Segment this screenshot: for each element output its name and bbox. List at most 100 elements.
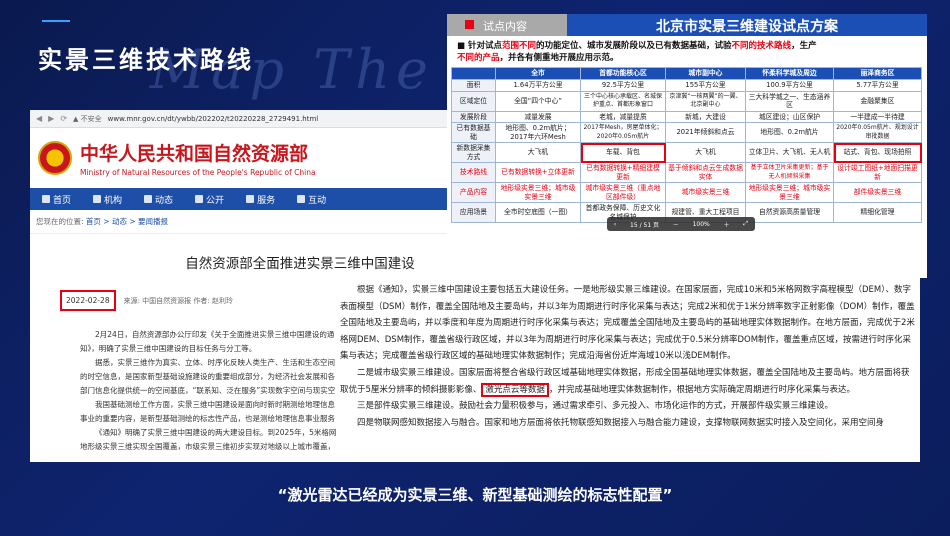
site-name-en: Ministry of Natural Resources of the Peo… [80,168,316,177]
table-cell: 一半建成一半待建 [833,110,922,123]
table-cell: 已有数据转换+精细建模更新 [580,162,666,183]
table-cell: 基于立体卫片采集更新；基于无人机倾斜采集 [745,162,834,183]
zoom-out-icon[interactable]: － [673,220,679,229]
table-cell: 城市级实景三维 [665,182,746,203]
paragraph: 根据《通知》，实景三维中国建设主要包括五大建设任务。一是地形级实景三维建设。在国… [340,285,915,362]
table-row: 已有数据基础 地形图、0.2m航片；2017年六环Mesh 2017年Mesh，… [451,122,922,143]
site-header: 中华人民共和国自然资源部 Ministry of Natural Resourc… [30,128,450,188]
article-body-left: 2月24日，自然资源部办公厅印发《关于全面推进实景三维中国建设的通知》，明确了实… [80,328,342,454]
table-cell: 1.64万平方公里 [495,79,581,92]
nav-home[interactable]: 首页 [42,193,71,206]
breadcrumb-path[interactable]: 首页 > 动态 > 要闻播报 [86,217,168,226]
table-cell: 2020年0.05m航片、规划设计审批数据 [833,122,922,143]
row-label: 已有数据基础 [451,122,496,143]
table-cell: 地形图、0.2m航片 [745,122,834,143]
column-header: 全市 [495,67,581,80]
table-cell: 城市级实景三维（重点地区部件级） [580,182,666,203]
article-source: 来源: 中国自然资源报 作者: 赵利玲 [123,297,233,305]
paragraph: 2月24日，自然资源部办公厅印发《关于全面推进实景三维中国建设的通知》，明确了实… [80,330,335,353]
carousel-dots [777,244,805,248]
slide-background: Map The W 实景三维技术路线 ◀ ▶ ⟳ ▲ 不安全 www.mnr.g… [0,0,950,536]
table-cell: 155平方公里 [665,79,746,92]
table-cell: 减量发展 [495,110,581,123]
dot-icon[interactable] [777,244,781,248]
table-cell: 老城，减量提质 [580,110,666,123]
table-row: 区域定位 全国“四个中心” 三个中心核心承载区、名城保护重点、首都形象窗口 京津… [451,90,922,112]
paragraph: 《通知》明确了实景三维中国建设的两大建设目标。到2025年，5米格网地形级实景三… [80,428,337,451]
browser-address-bar[interactable]: ◀ ▶ ⟳ ▲ 不安全 www.mnr.gov.cn/dt/ywbb/20220… [30,110,450,128]
prev-page-icon[interactable]: ‹ [614,221,616,228]
table-cell: 金融聚集区 [833,90,922,112]
table-row: 面积 1.64万平方公里 92.5平方公里 155平方公里 100.9平方公里 … [451,79,922,92]
table-row: 新数据采集方式 大飞机 车载、背包 大飞机 立体卫片、大飞机、无人机 站式、背包… [451,142,922,163]
fit-page-icon[interactable]: ⤢ [743,220,748,228]
panel-header: 试点内容 北京市实景三维建设试点方案 [447,14,927,36]
row-label: 面积 [451,79,496,92]
row-label: 区域定位 [451,90,496,112]
news-icon [144,195,153,203]
panel-intro: ■ 针对试点范围不同的功能定位、城市发展阶段以及已有数据基础，试验不同的技术路线… [457,41,817,63]
pdf-viewer-toolbar[interactable]: ‹ 15 / 51 页 － 100% ＋ ⤢ [607,217,755,231]
pilot-table: 全市 首都功能核心区 城市副中心 怀柔科学城及周边 丽泽商务区 面积 1.64万… [451,67,922,223]
pilot-tab: 试点内容 [447,14,567,36]
table-cell: 全市时空底图（一图） [495,202,581,223]
national-emblem-icon [38,141,72,175]
table-cell: 5.77平方公里 [833,79,922,92]
dot-icon[interactable] [801,244,805,248]
column-header [451,67,496,80]
table-cell-highlighted: 站式、背包、现场拍照 [833,142,922,163]
table-cell: 自然资源高质量管理 [745,202,834,223]
row-label: 产品内容 [451,182,496,203]
reload-icon[interactable]: ⟳ [60,114,67,123]
row-label: 应用场景 [451,202,496,223]
page-indicator: 15 / 51 页 [630,221,660,229]
table-cell: 地形图、0.2m航片；2017年六环Mesh [495,122,581,143]
paragraph: 四是物联网感知数据接入与融合。国家和地方层面将依托物联感知数据接入与融合能力建设… [357,417,885,428]
nav-org[interactable]: 机构 [93,193,122,206]
forward-icon[interactable]: ▶ [48,114,54,123]
table-row: 发展阶段 减量发展 老城，减量提质 新城，大建设 城区建设；山区保护 一半建成一… [451,110,922,123]
paragraph: 我国基础测绘工作方面，实景三维中国建设是面向时新时期测绘地理信息事业的重要内容，… [80,400,335,423]
table-cell: 大飞机 [665,142,746,163]
back-icon[interactable]: ◀ [36,114,42,123]
table-cell: 城区建设；山区保护 [745,110,834,123]
tab-marker-icon [465,20,474,29]
public-icon [195,195,204,203]
table-cell: 设计竣工图纸+地面扫描更新 [833,162,922,183]
row-label: 技术路线 [451,162,496,183]
table-row: 产品内容 地形级实景三维；城市级实景三维 城市级实景三维（重点地区部件级） 城市… [451,182,922,203]
paragraph: 据悉，实景三维作为真实、立体、时序化反映人类生产、生活和生态空间的时空信息，是国… [80,358,336,395]
column-header: 首都功能核心区 [580,67,666,80]
table-cell: 立体卫片、大飞机、无人机 [745,142,834,163]
table-cell: 精细化管理 [833,202,922,223]
zoom-in-icon[interactable]: ＋ [723,220,729,229]
nav-news[interactable]: 动态 [144,193,173,206]
dot-icon[interactable] [789,244,793,248]
table-cell: 全国“四个中心” [495,90,581,112]
table-cell: 2021年倾斜和点云 [665,122,746,143]
nav-interact[interactable]: 互动 [297,193,326,206]
nav-public[interactable]: 公开 [195,193,224,206]
insecure-label: ▲ 不安全 [73,114,102,123]
table-cell-highlighted: 车载、背包 [580,142,666,163]
url-text[interactable]: www.mnr.gov.cn/dt/ywbb/202202/t20220228_… [108,115,319,123]
row-label: 发展阶段 [451,110,496,123]
org-icon [93,195,102,203]
article-meta: 2022-02-28 来源: 中国自然资源报 作者: 赵利玲 [60,290,233,311]
table-cell: 新城，大建设 [665,110,746,123]
interact-icon [297,195,306,203]
table-cell: 三大科学城之一、生态涵养区 [745,90,834,112]
zoom-level: 100% [692,220,710,228]
nav-service[interactable]: 服务 [246,193,275,206]
panel-title: 北京市实景三维建设试点方案 [567,14,927,36]
article-date: 2022-02-28 [60,290,116,311]
title-accent-line [42,20,70,22]
table-header-row: 全市 首都功能核心区 城市副中心 怀柔科学城及周边 丽泽商务区 [451,67,922,80]
table-cell: 京津冀“一核两翼”的一翼、北京副中心 [665,90,746,112]
table-cell: 92.5平方公里 [580,79,666,92]
paragraph: 三是部件级实景三维建设。鼓励社会力量积极参与，通过需求牵引、多元投入、市场化运作… [357,401,834,412]
column-header: 怀柔科学城及周边 [745,67,834,80]
table-cell: 地形级实景三维；城市级实景三维 [745,182,834,203]
highlighted-phrase: 激光点云等数据 [481,382,549,397]
table-cell: 三个中心核心承载区、名城保护重点、首都形象窗口 [580,90,666,112]
